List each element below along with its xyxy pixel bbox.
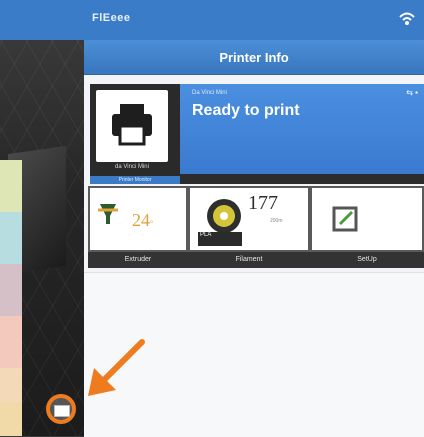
temp-unit: °	[150, 219, 154, 228]
printer-model: Da Vinci Mini	[192, 90, 227, 96]
panel-title: Printer Info	[219, 50, 289, 65]
connection-icon[interactable]: ⇆ ▪	[406, 88, 418, 97]
color-strip-6	[0, 402, 22, 436]
filament-label: Filament	[188, 252, 310, 268]
printer-card[interactable]: da Vinci Mini Printer Monitor Da Vinci M…	[90, 84, 424, 184]
printer-status: Ready to print	[192, 102, 300, 119]
filament-remaining: 177	[248, 192, 278, 214]
color-strip-3	[0, 264, 22, 316]
setup-label: SetUp	[310, 252, 424, 268]
add-icon	[54, 405, 70, 417]
extruder-label: Extruder	[88, 252, 188, 268]
wifi-icon[interactable]	[398, 10, 416, 28]
setup-icon	[332, 206, 358, 232]
tile-row: 24° 177 200m PLA Extruder Filament SetUp	[84, 186, 424, 270]
color-strip-1	[0, 160, 22, 212]
add-button[interactable]	[46, 394, 76, 424]
color-strip-2	[0, 212, 22, 264]
filament-total: 200m	[270, 218, 283, 224]
app-brand: FlEeee	[92, 12, 131, 24]
nozzle-icon	[98, 204, 118, 224]
filament-tile[interactable]: 177 200m PLA	[188, 186, 310, 252]
extruder-tile[interactable]: 24°	[88, 186, 188, 252]
printer-thumbnail[interactable]	[96, 90, 168, 162]
app-topbar: FlEeee	[0, 0, 424, 40]
thumbnail-label: da Vinci Mini	[115, 164, 149, 170]
setup-tile[interactable]	[310, 186, 424, 252]
3d-viewport[interactable]	[0, 0, 84, 436]
printer-icon	[112, 104, 152, 146]
color-strip-4	[0, 316, 22, 368]
arrow-icon	[88, 339, 145, 396]
color-strip-5	[0, 368, 22, 402]
printer-status-area: Da Vinci Mini ⇆ ▪ Ready to print	[180, 84, 424, 174]
panel-header: Printer Info	[84, 40, 424, 75]
extruder-temp: 24°	[132, 210, 154, 230]
status-bar	[180, 174, 424, 184]
printer-monitor-caption[interactable]: Printer Monitor	[90, 176, 180, 184]
filament-spool-icon	[207, 199, 241, 233]
filament-type: PLA	[198, 232, 242, 246]
